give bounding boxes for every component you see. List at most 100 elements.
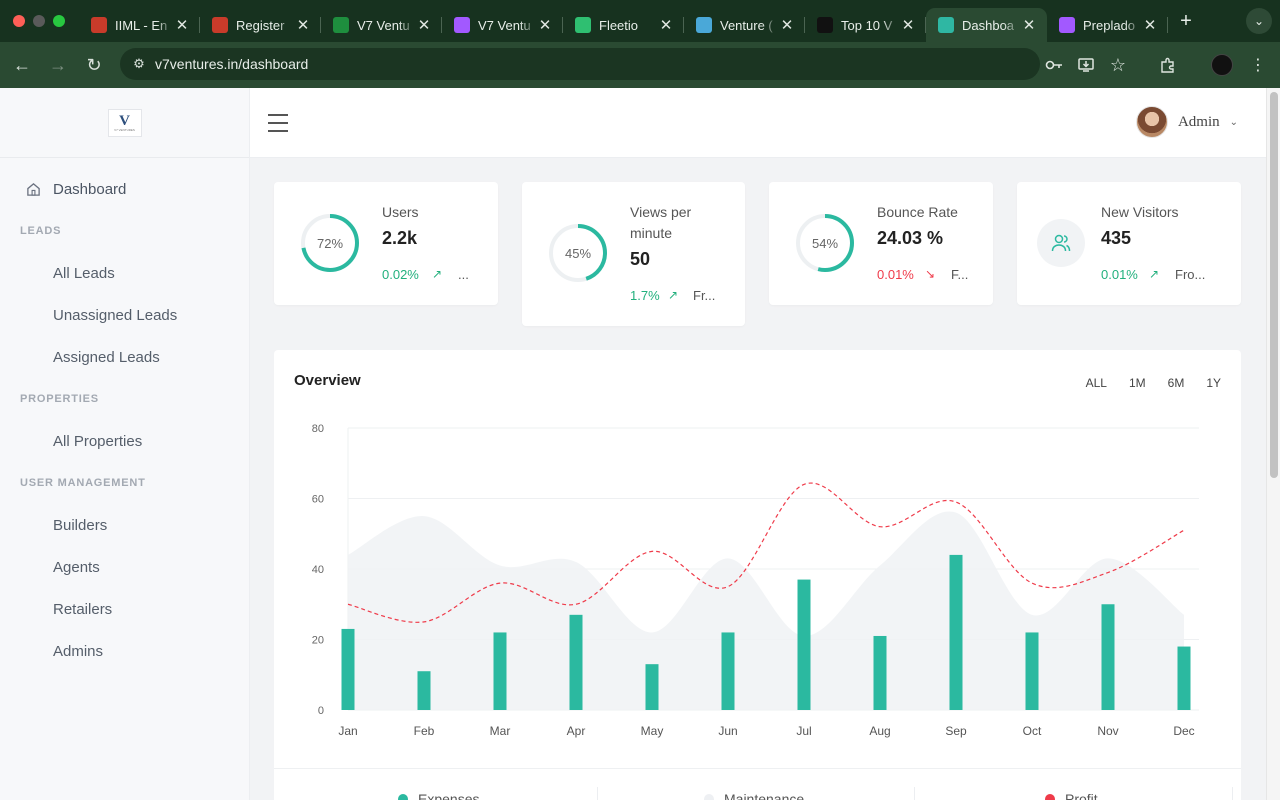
close-tab-icon[interactable]: ✕: [1021, 16, 1037, 34]
close-tab-icon[interactable]: ✕: [295, 16, 311, 34]
close-tab-icon[interactable]: ✕: [174, 16, 190, 34]
expenses-bar[interactable]: [797, 579, 811, 710]
tab-favicon-icon: [817, 17, 833, 33]
browser-tab[interactable]: V7 Ventu ✕: [321, 8, 442, 42]
password-key-icon[interactable]: [1038, 49, 1070, 81]
expenses-bar[interactable]: [417, 671, 431, 710]
site-info-icon[interactable]: ⚙: [123, 56, 155, 72]
expenses-bar[interactable]: [569, 614, 583, 710]
bookmark-star-icon[interactable]: ☆: [1102, 49, 1134, 81]
x-tick-label: Oct: [1023, 724, 1042, 738]
browser-tab[interactable]: Fleetio ✕: [563, 8, 684, 42]
sidebar-item-all-properties[interactable]: All Properties: [0, 420, 249, 462]
sidebar-item-builders[interactable]: Builders: [0, 504, 249, 546]
expenses-bar[interactable]: [341, 628, 355, 710]
browser-tab[interactable]: Register ✕: [200, 8, 321, 42]
user-name: Admin: [1177, 113, 1220, 130]
tab-title: IIML - En: [115, 17, 168, 33]
browser-tab[interactable]: V7 Ventu ✕: [442, 8, 563, 42]
y-tick-label: 60: [312, 494, 324, 506]
close-tab-icon[interactable]: ✕: [900, 16, 916, 34]
legend-expenses[interactable]: Expenses: [398, 791, 479, 800]
expenses-bar[interactable]: [721, 632, 735, 710]
y-tick-label: 0: [318, 705, 324, 717]
browser-menu-icon[interactable]: ⋮: [1242, 49, 1274, 81]
stat-title: Views per minute: [630, 204, 692, 241]
tab-search-icon[interactable]: ⌄: [1246, 8, 1272, 34]
sidebar-item-unassigned-leads[interactable]: Unassigned Leads: [0, 294, 249, 336]
expenses-bar[interactable]: [1101, 604, 1115, 710]
browser-tab[interactable]: Dashboa ✕: [926, 8, 1047, 42]
page-scrollbar[interactable]: [1266, 88, 1280, 800]
sidebar-item-agents[interactable]: Agents: [0, 546, 249, 588]
legend-maintenance[interactable]: Maintenance: [704, 791, 804, 800]
chevron-down-icon: ⌄: [1229, 116, 1238, 128]
tab-title: Register: [236, 17, 285, 33]
url-text[interactable]: v7ventures.in/dashboard: [155, 56, 308, 72]
arrow-up-right-icon: ↗: [668, 288, 679, 302]
filter-all[interactable]: ALL: [1086, 376, 1107, 390]
stat-card-new-visitors: New Visitors 435 0.01% ↗ Fro...: [1017, 182, 1241, 305]
filter-1m[interactable]: 1M: [1129, 376, 1146, 390]
user-menu[interactable]: Admin ⌄: [1135, 106, 1238, 138]
close-tab-icon[interactable]: ✕: [779, 16, 795, 34]
browser-tab-bar: IIML - En ✕ Register ✕ V7 Ventu ✕ V7 Ventu ✕ Fle…: [0, 0, 1280, 42]
profile-avatar-icon[interactable]: [1206, 49, 1238, 81]
close-tab-icon[interactable]: ✕: [537, 16, 553, 34]
sidebar-item-admins[interactable]: Admins: [0, 630, 249, 672]
y-tick-label: 40: [312, 564, 324, 576]
scrollbar-thumb[interactable]: [1270, 92, 1278, 478]
x-tick-label: Sep: [945, 724, 967, 738]
browser-tab[interactable]: IIML - En ✕: [79, 8, 200, 42]
x-tick-label: Jun: [718, 724, 737, 738]
extensions-icon[interactable]: [1152, 49, 1184, 81]
stat-from: ...: [458, 267, 469, 282]
expenses-bar[interactable]: [493, 632, 507, 710]
browser-tab[interactable]: Top 10 V ✕: [805, 8, 926, 42]
stat-change: 1.7%: [630, 288, 660, 303]
x-tick-label: Dec: [1173, 724, 1194, 738]
close-tab-icon[interactable]: ✕: [658, 16, 674, 34]
expenses-bar[interactable]: [645, 664, 659, 710]
close-tab-icon[interactable]: ✕: [1142, 16, 1158, 34]
reload-icon[interactable]: ↻: [76, 47, 112, 83]
v7-logo[interactable]: V V7 VENTURES: [107, 108, 142, 137]
y-tick-label: 80: [312, 423, 324, 435]
stat-value: 2.2k: [382, 228, 418, 248]
browser-tab[interactable]: Venture (✕: [684, 8, 805, 42]
avatar: [1135, 106, 1168, 138]
expenses-bar[interactable]: [873, 635, 887, 710]
filter-1y[interactable]: 1Y: [1206, 376, 1221, 390]
x-tick-label: Apr: [567, 724, 586, 738]
menu-toggle-icon[interactable]: [268, 114, 288, 132]
x-tick-label: Nov: [1097, 724, 1118, 738]
minimize-window-button[interactable]: [33, 15, 45, 27]
sidebar-section-heading: LEADS: [20, 225, 62, 237]
back-icon[interactable]: ←: [4, 47, 40, 83]
maintenance-area: [348, 511, 1184, 710]
filter-6m[interactable]: 6M: [1168, 376, 1185, 390]
zoom-window-button[interactable]: [53, 15, 65, 27]
expenses-bar[interactable]: [1025, 632, 1039, 710]
ring-percent: 45%: [564, 246, 592, 261]
address-bar[interactable]: ⚙ v7ventures.in/dashboard: [120, 48, 1040, 80]
install-app-icon[interactable]: [1070, 49, 1102, 81]
stat-value: 50: [630, 249, 651, 269]
forward-icon[interactable]: →: [40, 47, 76, 83]
tab-title: V7 Ventu: [478, 17, 531, 33]
sidebar-item-dashboard[interactable]: Dashboard: [0, 168, 249, 210]
expenses-bar[interactable]: [949, 554, 963, 710]
expenses-bar[interactable]: [1177, 646, 1191, 710]
close-tab-icon[interactable]: ✕: [416, 16, 432, 34]
legend-dot: [704, 794, 714, 800]
legend-profit[interactable]: Profit: [1045, 791, 1098, 800]
new-tab-button[interactable]: +: [1172, 10, 1200, 33]
sidebar-item-all-leads[interactable]: All Leads: [0, 252, 249, 294]
sidebar-item-assigned-leads[interactable]: Assigned Leads: [0, 336, 249, 378]
browser-tab[interactable]: Preplado ✕: [1047, 8, 1168, 42]
tab-favicon-icon: [938, 17, 954, 33]
close-window-button[interactable]: [13, 15, 25, 27]
sidebar-item-retailers[interactable]: Retailers: [0, 588, 249, 630]
stat-from: F...: [951, 267, 969, 282]
stat-from: Fro...: [1175, 267, 1206, 282]
